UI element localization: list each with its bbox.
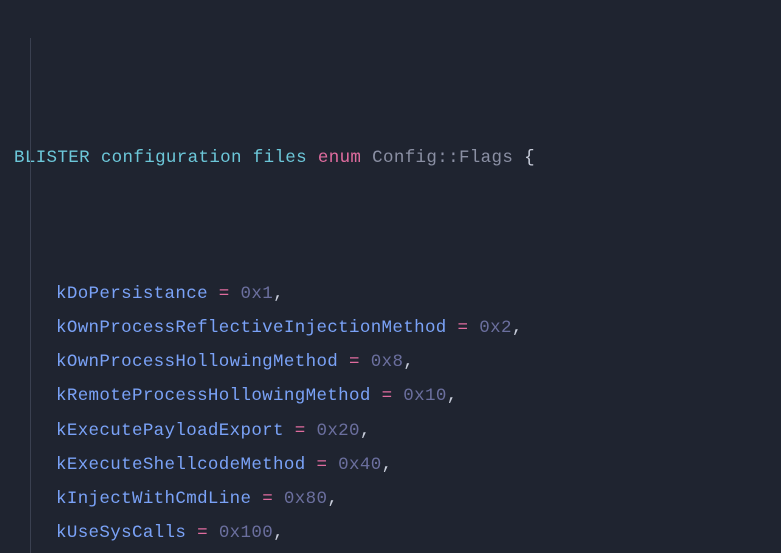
assign-operator: = (197, 523, 208, 543)
enum-entry-content: kUseSysCalls = 0x100, (14, 516, 284, 550)
assign-operator: = (295, 421, 306, 441)
indent-guide (30, 38, 31, 553)
comma: , (273, 284, 284, 304)
enum-value: 0x40 (338, 455, 381, 475)
enum-entry: kUseSysCalls = 0x100, (14, 516, 771, 550)
assign-operator: = (382, 386, 393, 406)
enum-value: 0x100 (219, 523, 273, 543)
enum-entry-content: kRemoteProcessHollowingMethod = 0x10, (14, 379, 458, 413)
enum-entry-content: kDoPersistance = 0x1, (14, 277, 284, 311)
enum-entry: kExecutePayloadExport = 0x20, (14, 414, 771, 448)
enum-entry-content: kOwnProcessReflectiveInjectionMethod = 0… (14, 311, 523, 345)
enum-keyword: enum (318, 148, 361, 168)
comma: , (360, 421, 371, 441)
comma: , (512, 318, 523, 338)
enum-name: kExecuteShellcodeMethod (56, 455, 306, 475)
open-brace: { (524, 148, 535, 168)
enum-value: 0x80 (284, 489, 327, 509)
enum-name: kDoPersistance (56, 284, 208, 304)
assign-operator: = (316, 455, 327, 475)
enum-type: Config::Flags (372, 148, 513, 168)
enum-name: kExecutePayloadExport (56, 421, 284, 441)
comma: , (447, 386, 458, 406)
comma: , (327, 489, 338, 509)
assign-operator: = (349, 352, 360, 372)
enum-value: 0x1 (241, 284, 274, 304)
assign-operator: = (262, 489, 273, 509)
declaration-line: BLISTER configuration files enum Config:… (14, 141, 771, 175)
enum-name: kOwnProcessReflectiveInjectionMethod (56, 318, 447, 338)
comma: , (403, 352, 414, 372)
assign-operator: = (458, 318, 469, 338)
enum-body: kDoPersistance = 0x1,kOwnProcessReflecti… (14, 277, 771, 553)
comma: , (382, 455, 393, 475)
enum-name: kRemoteProcessHollowingMethod (56, 386, 371, 406)
header-title: BLISTER configuration files (14, 148, 307, 168)
enum-entry-content: kExecutePayloadExport = 0x20, (14, 414, 371, 448)
enum-entry: kDoPersistance = 0x1, (14, 277, 771, 311)
enum-name: kUseSysCalls (56, 523, 186, 543)
enum-entry: kOwnProcessHollowingMethod = 0x8, (14, 345, 771, 379)
enum-value: 0x2 (479, 318, 512, 338)
enum-entry: kExecuteShellcodeMethod = 0x40, (14, 448, 771, 482)
enum-entry: kRemoteProcessHollowingMethod = 0x10, (14, 379, 771, 413)
enum-entry-content: kExecuteShellcodeMethod = 0x40, (14, 448, 392, 482)
enum-entry-content: kInjectWithCmdLine = 0x80, (14, 482, 338, 516)
enum-value: 0x10 (403, 386, 446, 406)
assign-operator: = (219, 284, 230, 304)
code-block: BLISTER configuration files enum Config:… (0, 0, 781, 553)
enum-name: kInjectWithCmdLine (56, 489, 251, 509)
enum-entry: kOwnProcessReflectiveInjectionMethod = 0… (14, 311, 771, 345)
enum-entry: kInjectWithCmdLine = 0x80, (14, 482, 771, 516)
comma: , (273, 523, 284, 543)
enum-entry-content: kOwnProcessHollowingMethod = 0x8, (14, 345, 414, 379)
enum-name: kOwnProcessHollowingMethod (56, 352, 338, 372)
enum-value: 0x20 (316, 421, 359, 441)
enum-value: 0x8 (371, 352, 404, 372)
